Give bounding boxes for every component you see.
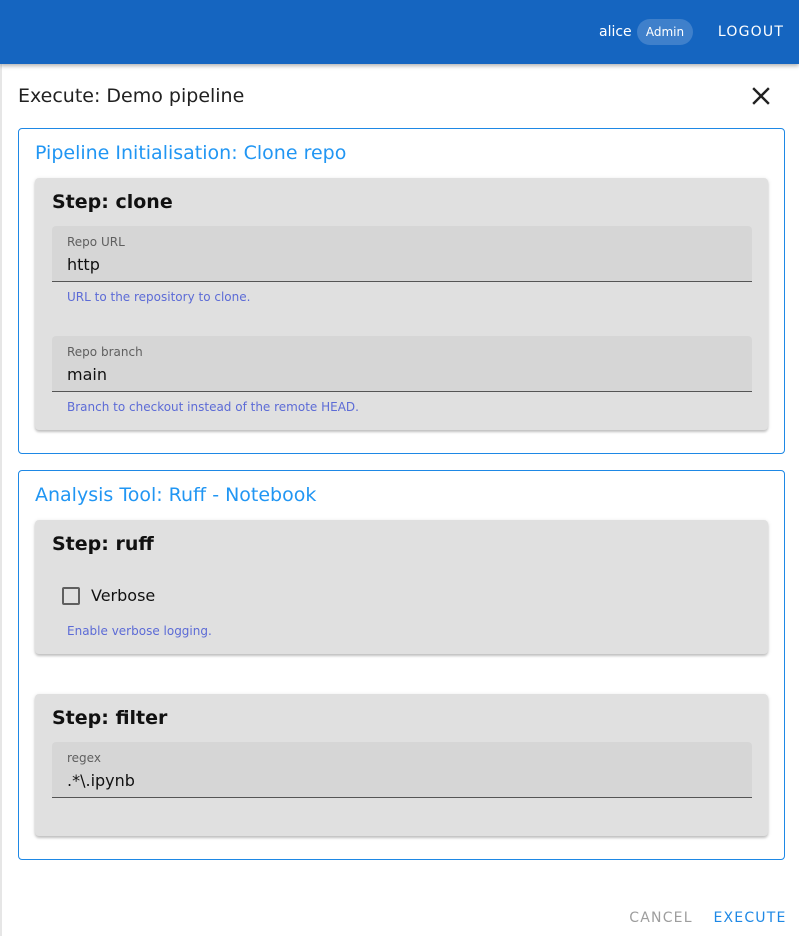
step-title: Step: filter — [52, 707, 168, 729]
step-card-clone: Step: clone Repo URL http URL to the rep… — [35, 178, 768, 430]
field-label: regex — [67, 751, 101, 765]
user-name: alice — [599, 24, 632, 40]
repo-branch-hint: Branch to checkout instead of the remote… — [67, 400, 359, 414]
field-label: Repo URL — [67, 235, 125, 249]
section-title: Pipeline Initialisation: Clone repo — [35, 142, 347, 164]
section-title: Analysis Tool: Ruff - Notebook — [35, 484, 317, 506]
execute-button[interactable]: EXECUTE — [712, 902, 788, 934]
role-badge: Admin — [637, 19, 693, 45]
repo-branch-field[interactable]: Repo branch main — [52, 336, 752, 392]
dialog-edge — [0, 64, 2, 936]
checkbox-label[interactable]: Verbose — [91, 586, 155, 606]
step-card-ruff: Step: ruff Verbose Enable verbose loggin… — [35, 520, 768, 654]
step-card-filter: Step: filter regex .*\.ipynb — [35, 694, 768, 836]
step-title: Step: ruff — [52, 533, 154, 555]
close-button[interactable] — [745, 80, 777, 112]
verbose-hint: Enable verbose logging. — [67, 624, 212, 638]
verbose-checkbox-row[interactable]: Verbose — [62, 584, 202, 608]
app-bar: alice Admin LOGOUT — [0, 0, 799, 64]
logout-button[interactable]: LOGOUT — [710, 14, 792, 50]
section-analysis-tool: Analysis Tool: Ruff - Notebook Step: ruf… — [18, 470, 785, 860]
repo-url-hint: URL to the repository to clone. — [67, 290, 251, 304]
cancel-button[interactable]: CANCEL — [628, 902, 694, 934]
repo-url-input[interactable]: http — [67, 255, 100, 275]
regex-field[interactable]: regex .*\.ipynb — [52, 742, 752, 798]
verbose-checkbox[interactable] — [62, 587, 80, 605]
regex-input[interactable]: .*\.ipynb — [67, 771, 135, 791]
repo-branch-input[interactable]: main — [67, 365, 107, 385]
repo-url-field[interactable]: Repo URL http — [52, 226, 752, 282]
close-icon — [752, 87, 770, 105]
step-title: Step: clone — [52, 191, 173, 213]
dialog-title: Execute: Demo pipeline — [18, 85, 245, 107]
section-pipeline-init: Pipeline Initialisation: Clone repo Step… — [18, 128, 785, 454]
field-label: Repo branch — [67, 345, 143, 359]
